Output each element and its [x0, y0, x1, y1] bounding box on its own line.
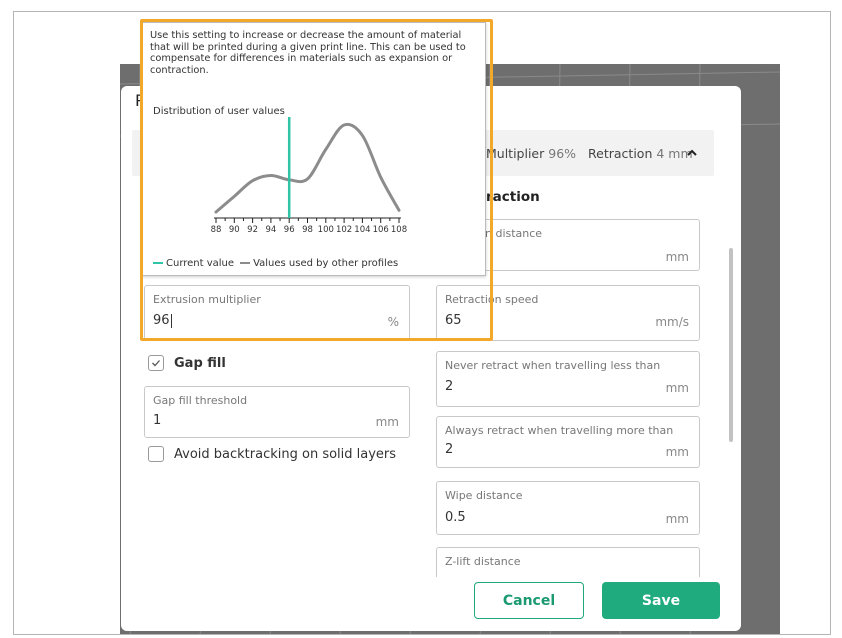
scrollbar[interactable]: [729, 248, 733, 442]
chart-legend: Current value Values used by other profi…: [153, 258, 398, 269]
gap-fill-threshold-value[interactable]: 1: [153, 413, 161, 428]
chevron-up-icon[interactable]: [685, 146, 699, 160]
extrusion-multiplier-value: 96: [153, 313, 170, 328]
always-retract-value[interactable]: 2: [445, 442, 453, 457]
retraction-speed-unit: mm/s: [655, 315, 689, 329]
x-tick-label: 88: [211, 225, 222, 235]
always-retract-unit: mm: [665, 445, 689, 459]
legend-current-swatch: [153, 262, 163, 264]
x-tick-label: 102: [336, 225, 352, 235]
legend-current: Current value: [153, 258, 234, 269]
avoid-backtracking-label: Avoid backtracking on solid layers: [174, 446, 397, 462]
distribution-chart: 88 90 92 94 96 98 100 102 104 106 108: [211, 117, 407, 235]
gap-fill-threshold-unit: mm: [375, 415, 399, 429]
x-tick-label: 94: [265, 225, 276, 235]
legend-current-label: Current value: [166, 258, 235, 269]
x-tick-label: 106: [373, 225, 389, 235]
distribution-curve: [214, 122, 401, 214]
x-tick-label: 98: [302, 225, 313, 235]
gap-fill-checkbox[interactable]: Gap fill: [148, 355, 226, 371]
z-lift-label: Z-lift distance: [445, 555, 521, 568]
extrusion-multiplier-unit: %: [387, 315, 399, 329]
never-retract-value[interactable]: 2: [445, 379, 453, 394]
x-tick-label: 104: [354, 225, 370, 235]
summary-multiplier-label: Multiplier: [486, 146, 545, 161]
never-retract-field[interactable]: Never retract when travelling less than …: [436, 351, 700, 407]
never-retract-unit: mm: [665, 381, 689, 395]
retraction-distance-label: n distance: [485, 227, 543, 240]
legend-others-label: Values used by other profiles: [253, 258, 399, 269]
always-retract-label: Always retract when travelling more than: [445, 424, 674, 437]
setting-tooltip: Use this setting to increase or decrease…: [142, 22, 486, 276]
never-retract-label: Never retract when travelling less than: [445, 359, 661, 372]
retraction-speed-field[interactable]: Retraction speed 65 mm/s: [436, 285, 700, 341]
extrusion-multiplier-field[interactable]: Extrusion multiplier 96 %: [144, 285, 410, 341]
always-retract-field[interactable]: Always retract when travelling more than…: [436, 416, 700, 468]
x-tick-label: 92: [247, 225, 258, 235]
cancel-button[interactable]: Cancel: [474, 582, 584, 619]
gap-fill-label: Gap fill: [174, 355, 226, 371]
summary-text: Multiplier 96% Retraction 4 mm: [486, 146, 701, 161]
legend-others: Values used by other profiles: [240, 258, 398, 269]
checkmark-icon: [152, 360, 160, 367]
save-button[interactable]: Save: [602, 582, 720, 619]
summary-multiplier-value: 96%: [548, 146, 577, 161]
x-tick-label: 96: [284, 225, 295, 235]
summary-retraction-label: Retraction: [588, 146, 653, 161]
extrusion-multiplier-label: Extrusion multiplier: [153, 293, 261, 306]
wipe-distance-value[interactable]: 0.5: [445, 510, 466, 525]
retraction-speed-value[interactable]: 65: [445, 313, 462, 328]
wipe-distance-label: Wipe distance: [445, 489, 523, 502]
z-lift-field[interactable]: Z-lift distance: [436, 547, 700, 577]
gap-fill-threshold-field[interactable]: Gap fill threshold 1 mm: [144, 386, 410, 438]
wipe-distance-unit: mm: [665, 512, 689, 526]
x-tick-label: 90: [229, 225, 240, 235]
retraction-heading: raction: [486, 189, 540, 205]
gap-fill-threshold-label: Gap fill threshold: [153, 394, 248, 407]
gap-fill-box[interactable]: [148, 355, 164, 371]
retraction-speed-label: Retraction speed: [445, 293, 539, 306]
x-tick-label: 108: [391, 225, 407, 235]
retraction-distance-unit: mm: [665, 250, 689, 264]
avoid-backtracking-checkbox[interactable]: Avoid backtracking on solid layers: [148, 446, 396, 462]
wipe-distance-field[interactable]: Wipe distance 0.5 mm: [436, 481, 700, 535]
avoid-backtracking-box[interactable]: [148, 446, 164, 462]
text-caret: [170, 313, 172, 328]
x-tick-label: 100: [318, 225, 334, 235]
extrusion-multiplier-input[interactable]: 96: [153, 313, 172, 328]
legend-others-swatch: [240, 262, 251, 264]
